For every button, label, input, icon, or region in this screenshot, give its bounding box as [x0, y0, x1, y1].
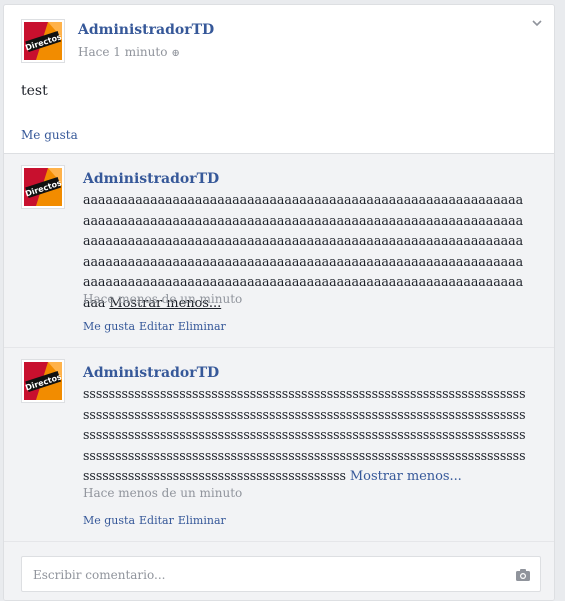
comment-item: Directos AdministradorTD sssssssssssssss… [4, 348, 554, 542]
comment-composer [21, 556, 541, 592]
post-time-text: Hace 1 minuto [78, 45, 168, 59]
post-timestamp: Hace 1 minuto ⊕ [78, 45, 180, 59]
post-card: Directos AdministradorTD Hace 1 minuto ⊕ … [3, 4, 555, 601]
comments-section: Directos AdministradorTD aaaaaaaaaaaaaaa… [4, 153, 554, 600]
comment-input[interactable] [31, 565, 505, 585]
post-like-link[interactable]: Me gusta [21, 128, 78, 142]
edit-link[interactable]: Editar [139, 514, 174, 527]
avatar[interactable]: Directos [21, 19, 65, 63]
globe-icon: ⊕ [171, 48, 180, 59]
logo-icon: Directos [22, 166, 64, 208]
edit-link[interactable]: Editar [139, 320, 174, 333]
comment-actions: Me gusta Editar Eliminar [83, 320, 230, 333]
comment-time: Hace menos de un minuto [83, 486, 243, 500]
show-less-link[interactable]: Mostrar menos... [350, 469, 462, 484]
camera-icon[interactable] [515, 567, 531, 581]
logo-icon: Directos [22, 20, 64, 62]
comment-text: ssssssssssssssssssssssssssssssssssssssss… [83, 384, 529, 488]
post-author[interactable]: AdministradorTD [78, 22, 214, 38]
logo-icon: Directos [22, 360, 64, 402]
comment-item: Directos AdministradorTD aaaaaaaaaaaaaaa… [4, 154, 554, 348]
comment-author[interactable]: AdministradorTD [83, 365, 219, 381]
avatar[interactable]: Directos [21, 165, 65, 209]
chevron-down-icon[interactable] [530, 15, 544, 29]
delete-link[interactable]: Eliminar [178, 514, 226, 527]
delete-link[interactable]: Eliminar [178, 320, 226, 333]
like-link[interactable]: Me gusta [83, 320, 135, 333]
comment-author[interactable]: AdministradorTD [83, 171, 219, 187]
comment-time: Hace menos de un minuto [83, 292, 243, 306]
comment-actions: Me gusta Editar Eliminar [83, 514, 230, 527]
avatar[interactable]: Directos [21, 359, 65, 403]
like-link[interactable]: Me gusta [83, 514, 135, 527]
post-header: Directos AdministradorTD Hace 1 minuto ⊕ [4, 5, 554, 75]
post-body: test [21, 83, 48, 99]
